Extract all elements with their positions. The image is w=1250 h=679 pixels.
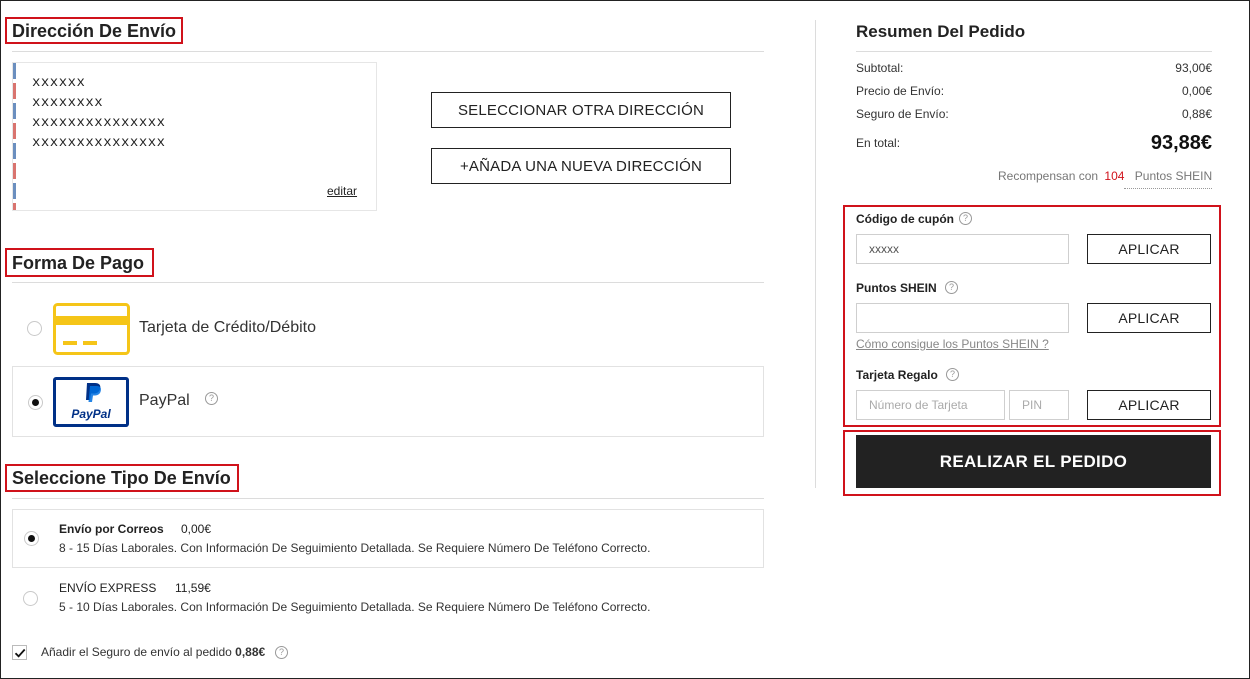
divider — [856, 51, 1212, 52]
total-label: En total: — [856, 136, 901, 150]
paypal-logo-text: PayPal — [71, 407, 111, 421]
rewards-points: 104 — [1104, 169, 1125, 183]
shipping-price: 0,00€ — [181, 522, 212, 536]
rewards-line: Recompensan con 104 Puntos SHEIN — [998, 169, 1212, 183]
shipping-option-express[interactable]: ENVÍO EXPRESS 11,59€ 5 - 10 Días Laboral… — [12, 569, 764, 628]
payment-label-card: Tarjeta de Crédito/Débito — [139, 319, 316, 336]
address-card: xxxxxx xxxxxxxx xxxxxxxxxxxxxxx xxxxxxxx… — [12, 62, 377, 211]
select-other-address-button[interactable]: SELECCIONAR OTRA DIRECCIÓN — [431, 92, 731, 128]
insurance-checkbox[interactable] — [12, 645, 27, 660]
coupon-input[interactable] — [856, 234, 1069, 264]
giftcard-label: Tarjeta Regalo — [856, 368, 938, 382]
coupon-label: Código de cupón — [856, 212, 954, 226]
insurance-price: 0,88€ — [235, 645, 266, 659]
shipping-price: 11,59€ — [175, 581, 211, 595]
shipping-option-correos[interactable]: Envío por Correos 0,00€ 8 - 15 Días Labo… — [12, 509, 764, 568]
shipping-cost-value: 0,00€ — [1181, 84, 1212, 98]
points-input[interactable] — [856, 303, 1069, 333]
rewards-suffix: Puntos SHEIN — [1134, 169, 1213, 183]
shipping-description: 5 - 10 Días Laborales. Con Información D… — [59, 600, 651, 614]
insurance-cost-value: 0,88€ — [1181, 107, 1212, 121]
payment-radio-card[interactable] — [27, 321, 42, 336]
shipping-cost-label: Precio de Envío: — [856, 84, 945, 98]
points-label: Puntos SHEIN — [856, 281, 937, 295]
giftcard-apply-button[interactable]: APLICAR — [1087, 390, 1211, 420]
payment-option-card[interactable]: Tarjeta de Crédito/Débito — [12, 296, 764, 362]
subtotal-row: Subtotal: 93,00€ — [856, 61, 1212, 75]
shipping-cost-row: Precio de Envío: 0,00€ — [856, 84, 1212, 98]
column-divider — [815, 20, 816, 488]
help-icon[interactable]: ? — [275, 646, 288, 659]
total-value: 93,88€ — [1150, 132, 1212, 154]
address-line: xxxxxx — [32, 75, 86, 91]
credit-card-icon — [53, 303, 130, 355]
help-icon[interactable]: ? — [945, 281, 958, 294]
help-icon[interactable]: ? — [205, 392, 218, 405]
insurance-cost-row: Seguro de Envío: 0,88€ — [856, 107, 1212, 121]
divider — [12, 498, 764, 499]
points-info-link[interactable]: Cómo consigue los Puntos SHEIN ? — [856, 337, 1049, 351]
giftcard-number-input[interactable] — [856, 390, 1005, 420]
checkmark-icon — [14, 648, 26, 658]
edit-address-link[interactable]: editar — [327, 184, 357, 198]
help-icon[interactable]: ? — [959, 212, 972, 225]
points-apply-button[interactable]: APLICAR — [1087, 303, 1211, 333]
payment-label-paypal: PayPal — [139, 392, 190, 409]
shipping-name: ENVÍO EXPRESS — [59, 581, 157, 595]
payment-radio-paypal[interactable] — [28, 395, 43, 410]
insurance-cost-label: Seguro de Envío: — [856, 107, 949, 121]
shipping-section-title: Seleccione Tipo De Envío — [12, 468, 231, 488]
divider — [12, 51, 764, 52]
shipping-radio-correos[interactable] — [24, 531, 39, 546]
subtotal-value: 93,00€ — [1175, 61, 1212, 75]
insurance-label: Añadir el Seguro de envío al pedido 0,88… — [41, 645, 265, 659]
total-row: En total: 93,88€ — [856, 132, 1212, 156]
shipping-name: Envío por Correos — [59, 522, 164, 536]
paypal-logo: PayPal — [53, 377, 129, 427]
address-section-title: Dirección De Envío — [12, 21, 177, 41]
paypal-p-icon — [86, 383, 101, 402]
address-line: xxxxxxxxxxxxxxx — [32, 115, 166, 131]
insurance-label-text: Añadir el Seguro de envío al pedido — [41, 645, 232, 659]
subtotal-label: Subtotal: — [856, 61, 904, 75]
shipping-radio-express[interactable] — [23, 591, 38, 606]
help-icon[interactable]: ? — [946, 368, 959, 381]
giftcard-pin-input[interactable] — [1009, 390, 1069, 420]
address-card-stripe — [13, 63, 16, 210]
add-new-address-button[interactable]: +AÑADA UNA NUEVA DIRECCIÓN — [431, 148, 731, 184]
rewards-prefix: Recompensan con — [998, 169, 1099, 183]
payment-option-paypal[interactable]: PayPal PayPal ? — [12, 366, 764, 437]
address-line: xxxxxxxx — [32, 95, 104, 111]
shipping-description: 8 - 15 Días Laborales. Con Información D… — [59, 541, 651, 555]
rewards-underline — [1124, 188, 1212, 189]
coupon-apply-button[interactable]: APLICAR — [1087, 234, 1211, 264]
place-order-button[interactable]: REALIZAR EL PEDIDO — [856, 435, 1211, 488]
address-line: xxxxxxxxxxxxxxx — [32, 135, 166, 151]
divider — [12, 282, 764, 283]
payment-section-title: Forma De Pago — [12, 253, 145, 273]
summary-title: Resumen Del Pedido — [856, 22, 1026, 41]
